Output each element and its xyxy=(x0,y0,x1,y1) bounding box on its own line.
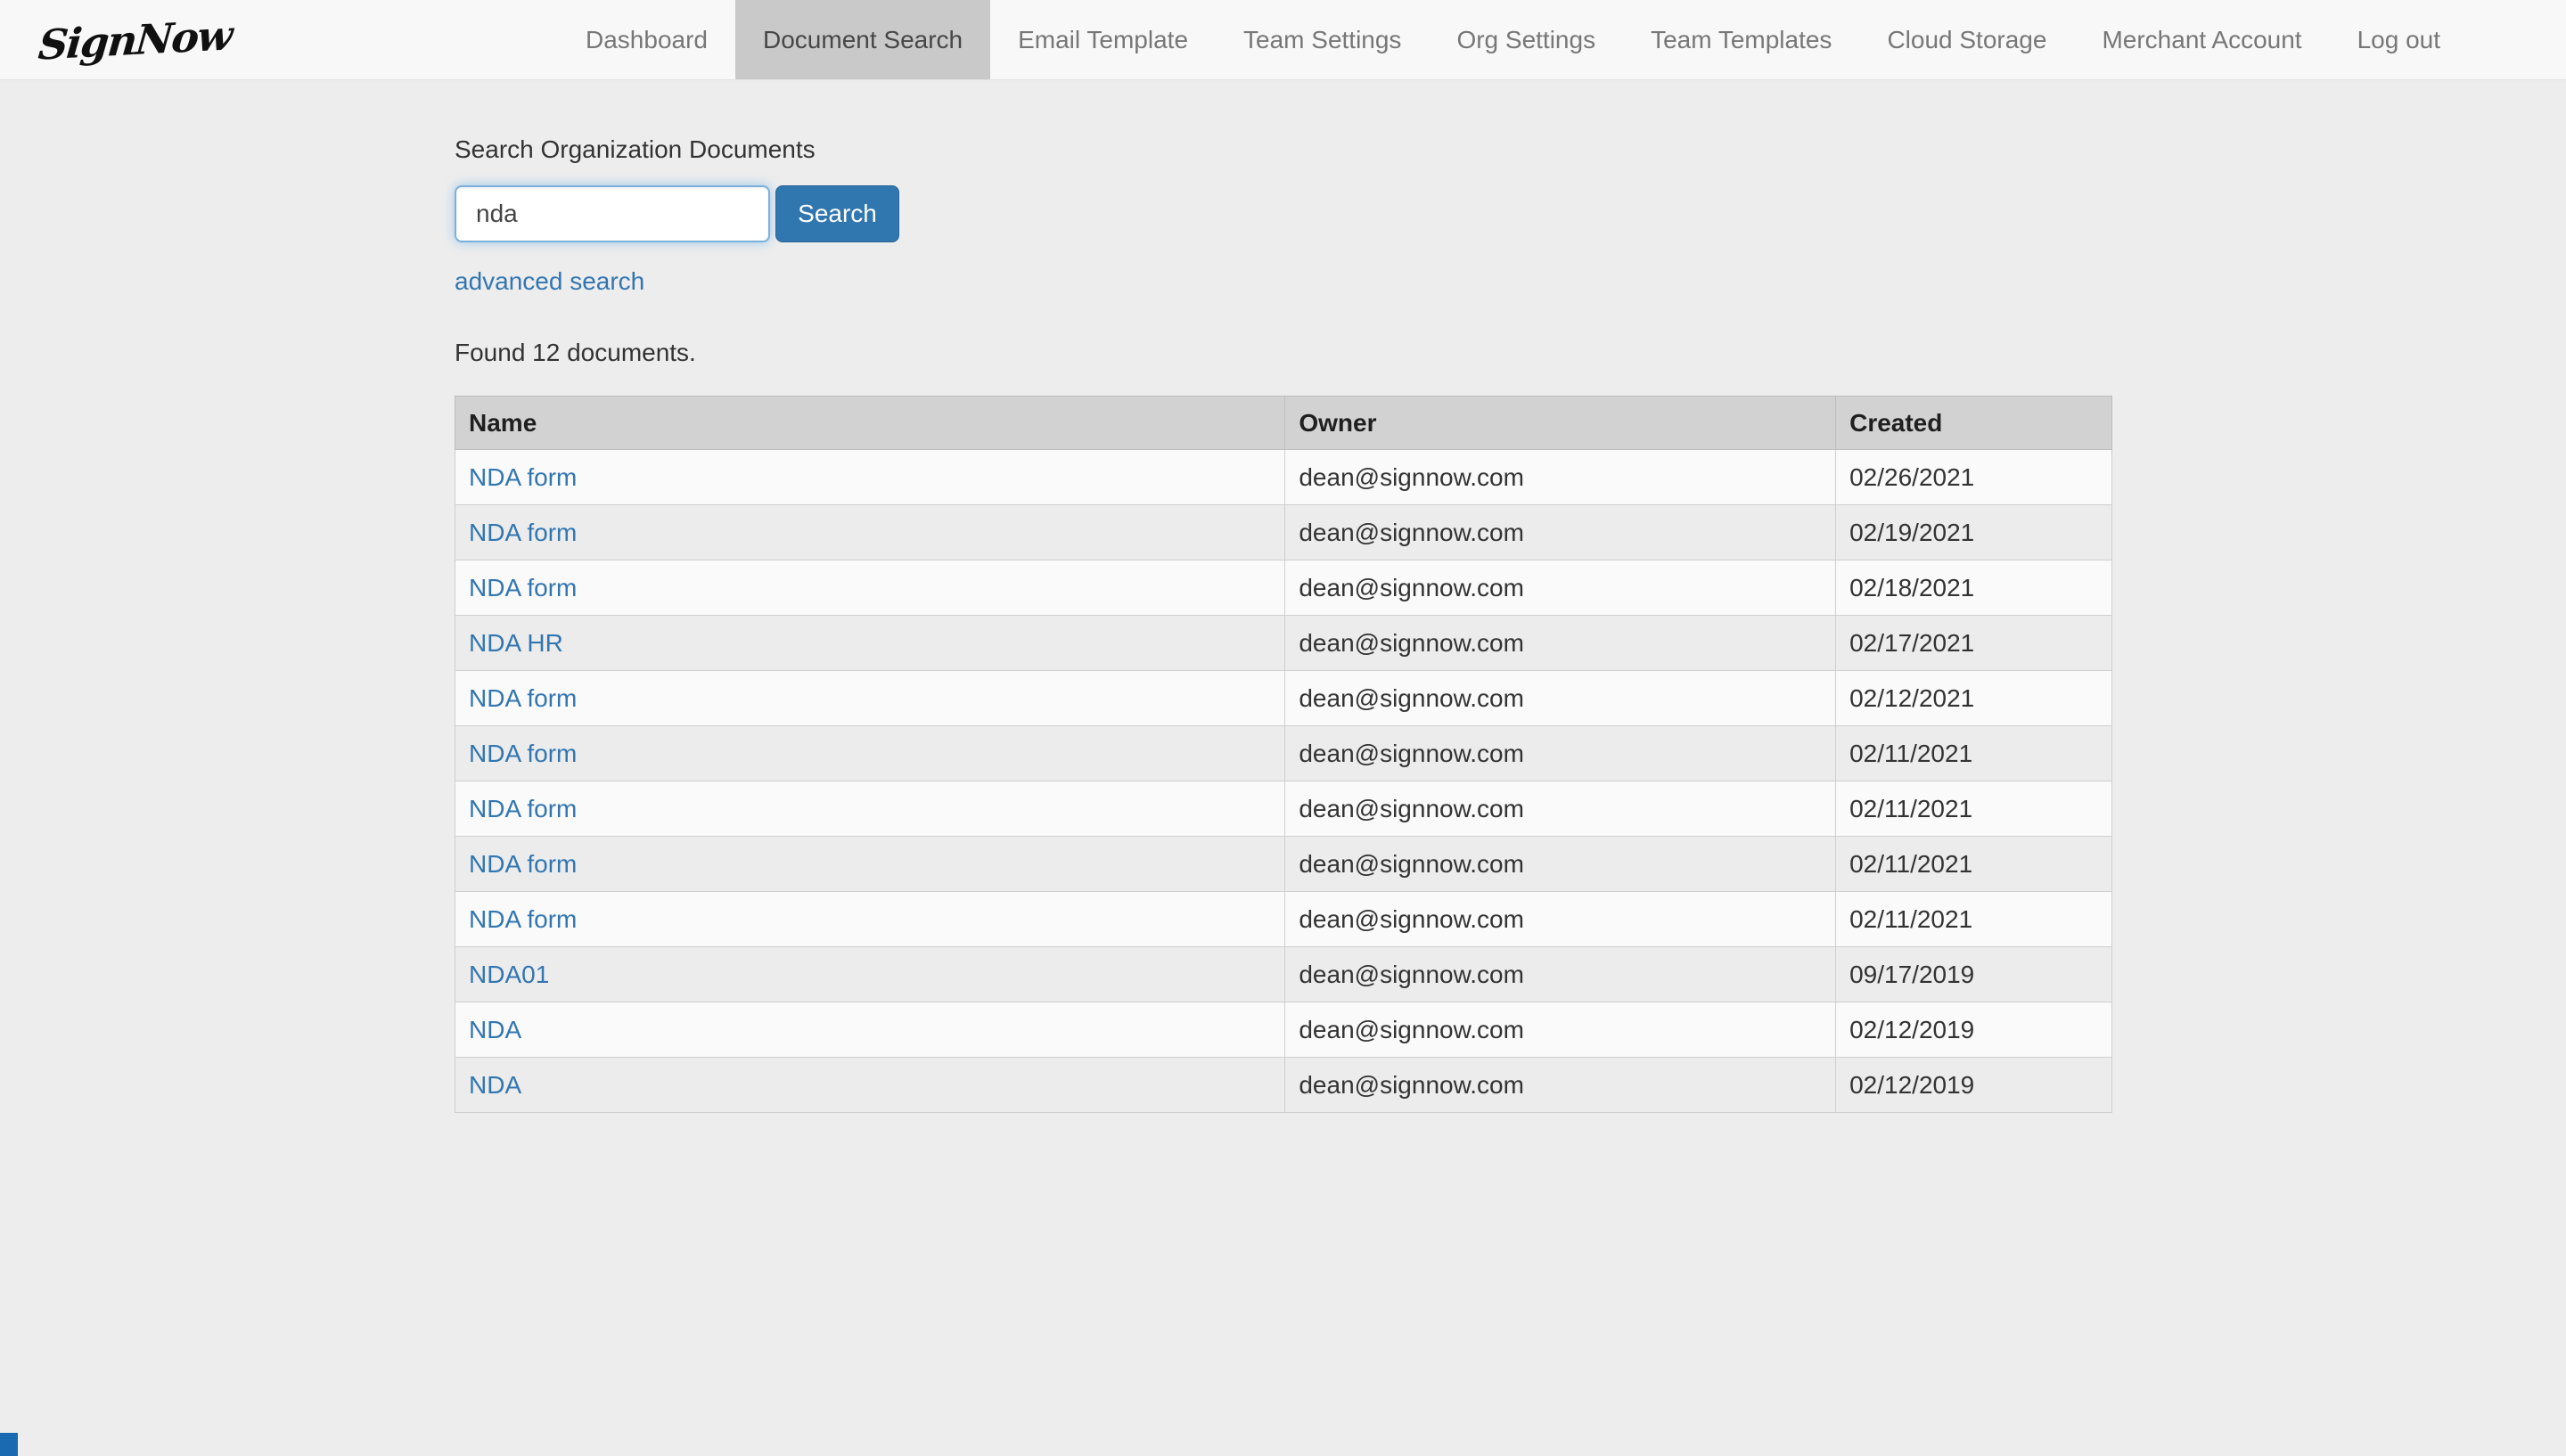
column-header-owner: Owner xyxy=(1284,396,1837,450)
main-content: Search Organization Documents Search adv… xyxy=(0,80,2566,1113)
nav-item-merchant-account[interactable]: Merchant Account xyxy=(2074,0,2329,79)
nav-items: Dashboard Document Search Email Template… xyxy=(558,0,2468,79)
advanced-search-link[interactable]: advanced search xyxy=(455,267,644,296)
document-name-link[interactable]: NDA xyxy=(469,1016,521,1043)
document-name-link[interactable]: NDA form xyxy=(469,740,577,767)
document-name-link[interactable]: NDA form xyxy=(469,850,577,878)
search-button[interactable]: Search xyxy=(775,185,899,242)
document-owner-cell: dean@signnow.com xyxy=(1284,1002,1837,1058)
nav-item-label: Cloud Storage xyxy=(1887,25,2047,53)
nav-item-org-settings[interactable]: Org Settings xyxy=(1429,0,1623,79)
table-row: NDA form dean@signnow.com 02/11/2021 xyxy=(454,781,2112,837)
document-owner-cell: dean@signnow.com xyxy=(1284,615,1837,671)
document-created-cell: 02/17/2021 xyxy=(1835,615,2112,671)
nav-item-label: Document Search xyxy=(763,25,963,53)
document-created-cell: 02/19/2021 xyxy=(1835,504,2112,560)
document-owner-cell: dean@signnow.com xyxy=(1284,1057,1837,1113)
table-row: NDA form dean@signnow.com 02/11/2021 xyxy=(454,725,2112,781)
document-name-link[interactable]: NDA form xyxy=(469,905,577,933)
nav-item-label: Merchant Account xyxy=(2102,25,2302,53)
search-section-label: Search Organization Documents xyxy=(455,135,816,163)
document-name-link[interactable]: NDA form xyxy=(469,684,577,712)
document-name-link[interactable]: NDA xyxy=(469,1071,521,1099)
nav-item-label: Dashboard xyxy=(586,25,708,53)
nav-item-label: Team Settings xyxy=(1243,25,1402,53)
nav-item-team-settings[interactable]: Team Settings xyxy=(1216,0,1429,79)
nav-item-team-templates[interactable]: Team Templates xyxy=(1623,0,1859,79)
document-name-link[interactable]: NDA form xyxy=(469,795,577,822)
document-owner-cell: dean@signnow.com xyxy=(1284,560,1837,616)
table-row: NDA dean@signnow.com 02/12/2019 xyxy=(454,1002,2112,1058)
document-owner-cell: dean@signnow.com xyxy=(1284,725,1837,781)
column-header-name: Name xyxy=(454,396,1286,450)
nav-item-email-template[interactable]: Email Template xyxy=(990,0,1216,79)
nav-item-label: Org Settings xyxy=(1456,25,1596,53)
table-row: NDA HR dean@signnow.com 02/17/2021 xyxy=(454,615,2112,671)
results-table-body: NDA form dean@signnow.com 02/26/2021 NDA… xyxy=(454,449,2112,1113)
document-created-cell: 02/18/2021 xyxy=(1835,560,2112,616)
document-created-cell: 02/11/2021 xyxy=(1835,781,2112,837)
document-created-cell: 02/12/2019 xyxy=(1835,1002,2112,1058)
document-name-link[interactable]: NDA HR xyxy=(469,629,563,657)
document-created-cell: 02/12/2021 xyxy=(1835,670,2112,726)
table-row: NDA form dean@signnow.com 02/12/2021 xyxy=(454,670,2112,726)
document-owner-cell: dean@signnow.com xyxy=(1284,781,1837,837)
document-owner-cell: dean@signnow.com xyxy=(1284,670,1837,726)
nav-item-dashboard[interactable]: Dashboard xyxy=(558,0,735,79)
table-row: NDA form dean@signnow.com 02/11/2021 xyxy=(454,891,2112,947)
table-row: NDA form dean@signnow.com 02/11/2021 xyxy=(454,836,2112,892)
results-summary: Found 12 documents. xyxy=(455,339,696,366)
signnow-logo[interactable]: SignNow xyxy=(0,0,274,86)
nav-item-label: Email Template xyxy=(1018,25,1189,53)
document-owner-cell: dean@signnow.com xyxy=(1284,836,1837,892)
search-row: Search xyxy=(455,185,2566,242)
table-row: NDA01 dean@signnow.com 09/17/2019 xyxy=(454,946,2112,1002)
document-name-link[interactable]: NDA form xyxy=(469,463,577,491)
nav-item-cloud-storage[interactable]: Cloud Storage xyxy=(1859,0,2074,79)
document-created-cell: 09/17/2019 xyxy=(1835,946,2112,1002)
document-owner-cell: dean@signnow.com xyxy=(1284,449,1837,505)
document-created-cell: 02/11/2021 xyxy=(1835,836,2112,892)
header-row: Name Owner Created xyxy=(454,396,2112,450)
document-owner-cell: dean@signnow.com xyxy=(1284,504,1837,560)
nav-item-label: Team Templates xyxy=(1651,25,1832,53)
document-name-link[interactable]: NDA form xyxy=(469,519,577,546)
document-owner-cell: dean@signnow.com xyxy=(1284,891,1837,947)
table-row: NDA dean@signnow.com 02/12/2019 xyxy=(454,1057,2112,1113)
table-row: NDA form dean@signnow.com 02/19/2021 xyxy=(454,504,2112,560)
document-name-link[interactable]: NDA form xyxy=(469,574,577,601)
results-table: Name Owner Created NDA form dean@signnow… xyxy=(454,396,2112,1113)
nav-item-document-search[interactable]: Document Search xyxy=(735,0,991,79)
document-created-cell: 02/26/2021 xyxy=(1835,449,2112,505)
document-created-cell: 02/12/2019 xyxy=(1835,1057,2112,1113)
results-table-head: Name Owner Created xyxy=(454,396,2112,450)
document-created-cell: 02/11/2021 xyxy=(1835,725,2112,781)
document-created-cell: 02/11/2021 xyxy=(1835,891,2112,947)
nav-item-log-out[interactable]: Log out xyxy=(2330,0,2468,79)
search-input[interactable] xyxy=(455,185,770,242)
column-header-created: Created xyxy=(1835,396,2112,450)
document-owner-cell: dean@signnow.com xyxy=(1284,946,1837,1002)
top-navbar: SignNow Dashboard Document Search Email … xyxy=(0,0,2566,80)
table-row: NDA form dean@signnow.com 02/18/2021 xyxy=(454,560,2112,616)
table-row: NDA form dean@signnow.com 02/26/2021 xyxy=(454,449,2112,505)
document-name-link[interactable]: NDA01 xyxy=(469,961,549,988)
bottom-left-blue-square xyxy=(0,1433,18,1456)
nav-item-label: Log out xyxy=(2357,25,2440,53)
